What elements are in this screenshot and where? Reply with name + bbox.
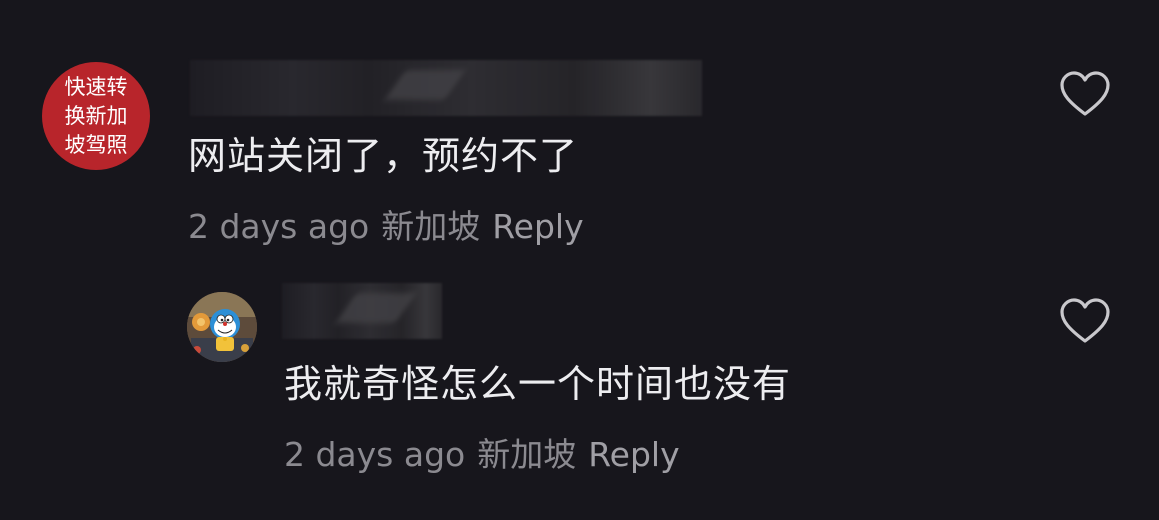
reply-button[interactable]: Reply — [588, 435, 679, 474]
location: 新加坡 — [477, 435, 577, 474]
comment-meta: 2 days ago 新加坡 Reply — [284, 435, 680, 475]
heart-outline-icon[interactable] — [1059, 297, 1111, 345]
username-redacted — [282, 283, 442, 339]
comments-section: 快速转 换新加 坡驾照 网站关闭了，预约不了 2 days ago 新加坡 Repl… — [0, 0, 1159, 520]
timestamp: 2 days ago — [284, 435, 466, 474]
comment-text: 我就奇怪怎么一个时间也没有 — [284, 362, 792, 406]
avatar[interactable] — [187, 292, 257, 362]
reply-item: 我就奇怪怎么一个时间也没有 2 days ago 新加坡 Reply — [0, 0, 1159, 474]
doraemon-avatar-icon — [187, 292, 257, 362]
